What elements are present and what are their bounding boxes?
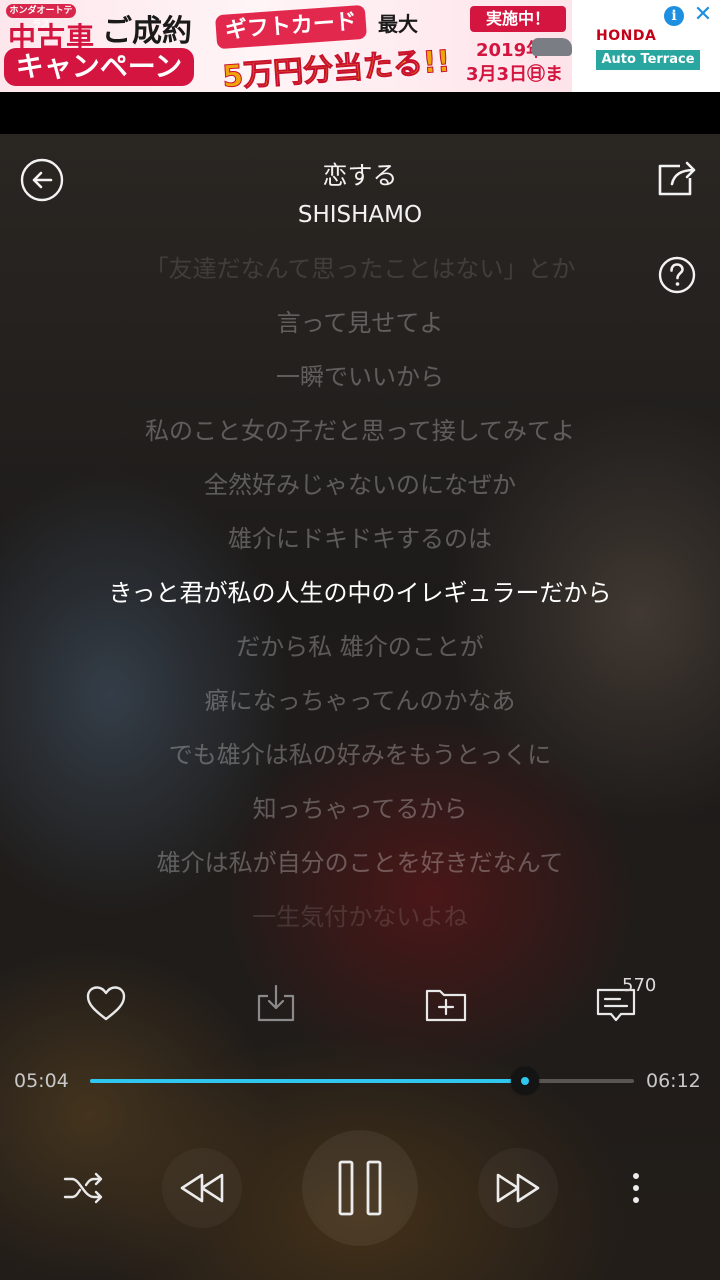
time-elapsed: 05:04 — [14, 1070, 69, 1092]
lyric-line[interactable]: 雄介にドキドキするのは — [0, 522, 720, 556]
ad-honda-logo: HONDA — [596, 28, 657, 44]
lyric-line-current[interactable]: きっと君が私の人生の中のイレギュラーだから — [0, 576, 720, 610]
progress-handle[interactable] — [511, 1067, 540, 1095]
pause-icon[interactable] — [302, 1130, 418, 1246]
shuffle-icon[interactable] — [62, 1168, 106, 1208]
more-vertical-icon[interactable] — [622, 1168, 650, 1208]
share-icon[interactable] — [656, 158, 698, 200]
lyric-line[interactable]: 全然好みじゃないのになぜか — [0, 468, 720, 502]
comment-count: 570 — [622, 975, 657, 996]
lyric-line[interactable]: 一瞬でいいから — [0, 360, 720, 394]
ad-creative[interactable]: ホンダオートテラス 中古車 ご成約 キャンペーン ギフトカード 5万円分当たる!… — [0, 0, 572, 92]
rewind-icon[interactable] — [162, 1148, 242, 1228]
close-icon[interactable]: ✕ — [692, 3, 714, 27]
heart-icon[interactable] — [84, 982, 128, 1026]
music-player: 恋する SHISHAMO 「友達だなんて思ったことはない」とか 言って見せてよ … — [0, 134, 720, 1280]
lyric-line[interactable]: 言って見せてよ — [0, 306, 720, 340]
ad-max-text: 最大 — [378, 12, 418, 36]
lyric-line[interactable]: だから私 雄介のことが — [0, 630, 720, 664]
song-title: 恋する — [322, 161, 398, 190]
ad-date-until: 3月3日㊐まで — [466, 64, 564, 92]
lyric-line[interactable]: 知っちゃってるから — [0, 792, 720, 826]
back-arrow-icon[interactable] — [20, 158, 64, 202]
ad-campaign-text: キャンペーン — [4, 48, 194, 86]
fast-forward-icon[interactable] — [478, 1148, 558, 1228]
ad-banner[interactable]: ホンダオートテラス 中古車 ご成約 キャンペーン ギフトカード 5万円分当たる!… — [0, 0, 720, 92]
lyrics-view[interactable]: 「友達だなんて思ったことはない」とか 言って見せてよ 一瞬でいいから 私のこと女… — [0, 238, 720, 928]
add-folder-icon[interactable] — [424, 982, 468, 1026]
download-icon[interactable] — [254, 982, 298, 1026]
ad-seiyaku-text: ご成約 — [102, 14, 192, 49]
ad-auto-terrace-logo: Auto Terrace — [596, 50, 700, 70]
lyric-line[interactable]: 「友達だなんて思ったことはない」とか — [0, 252, 720, 286]
lyric-line[interactable]: 私のこと女の子だと思って接してみてよ — [0, 414, 720, 448]
progress-bar[interactable] — [90, 1067, 634, 1095]
lyric-line[interactable]: 癖になっちゃってんのかなあ — [0, 684, 720, 718]
lyric-line[interactable]: 雄介は私が自分のことを好きだなんて — [0, 846, 720, 880]
time-total: 06:12 — [646, 1070, 701, 1092]
song-artist: SHISHAMO — [297, 202, 423, 228]
lyric-line[interactable]: でも雄介は私の好みをもうとっくに — [0, 738, 720, 772]
progress-fill — [90, 1079, 526, 1083]
car-icon — [532, 38, 572, 56]
ad-now-running-badge: 実施中！ — [470, 6, 566, 32]
lyric-line[interactable]: 一生気付かないよね — [0, 900, 720, 928]
info-icon[interactable]: i — [664, 6, 684, 26]
